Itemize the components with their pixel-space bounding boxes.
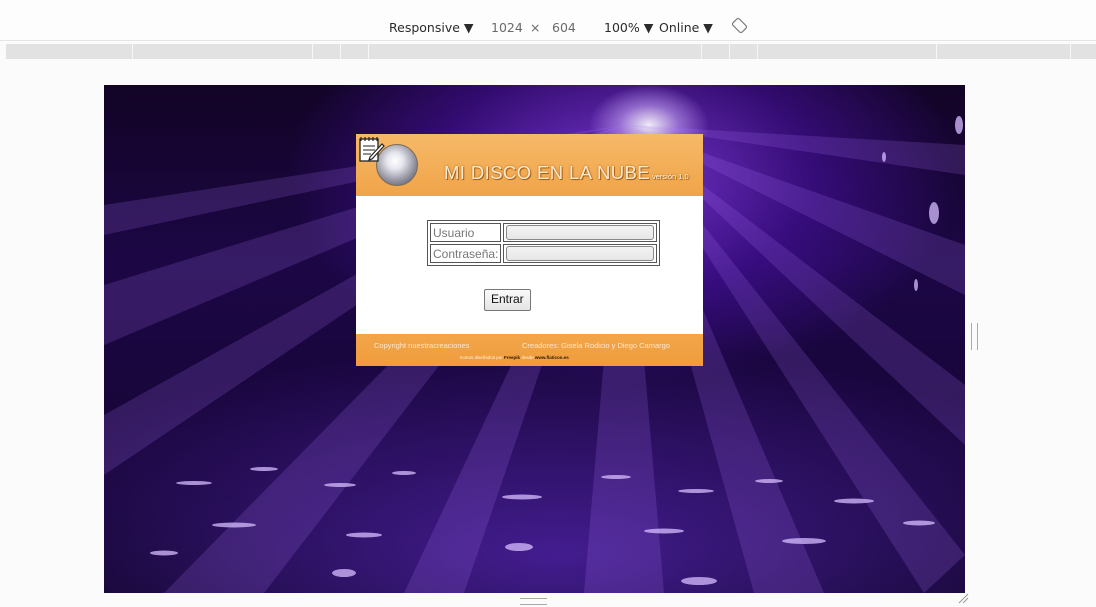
ruler-divider	[368, 44, 369, 59]
resize-handle-bottom[interactable]	[520, 598, 547, 605]
footer-credits: Iconos diseñados por Freepik desde www.f…	[460, 355, 569, 360]
username-row: Usuario	[430, 223, 658, 242]
zoom-selector[interactable]: 100% ▼	[604, 20, 653, 35]
app-title: MI DISCO EN LA NUBE versión 1.0	[444, 162, 689, 184]
username-input[interactable]	[506, 225, 655, 240]
devtools-responsive-toolbar: Responsive ▼ 1024 × 604 100% ▼ Online ▼	[0, 0, 1096, 41]
login-panel: MI DISCO EN LA NUBE versión 1.0 Usuario C…	[356, 134, 703, 366]
ruler-divider	[701, 44, 702, 59]
app-version: versión 1.0	[652, 172, 689, 181]
dimension-separator: ×	[530, 20, 541, 35]
ruler-divider	[757, 44, 758, 59]
resize-handle-right[interactable]	[971, 323, 978, 350]
ruler-divider	[1070, 44, 1071, 59]
page-viewport: MI DISCO EN LA NUBE versión 1.0 Usuario C…	[104, 85, 965, 593]
password-input[interactable]	[506, 246, 655, 261]
ruler-divider	[340, 44, 341, 59]
rotate-icon[interactable]	[731, 17, 748, 34]
footer-copyright: Copyright nuestracreaciones	[374, 341, 470, 350]
credit-author-link[interactable]: Freepik	[504, 355, 520, 360]
ruler-divider	[132, 44, 133, 59]
network-throttle-selector[interactable]: Online ▼	[659, 20, 713, 35]
credit-site-link[interactable]: www.flaticon.es	[535, 355, 569, 360]
ruler-divider	[312, 44, 313, 59]
username-label: Usuario	[430, 223, 502, 242]
viewport-width-input[interactable]: 1024	[491, 20, 523, 35]
app-title-text: MI DISCO EN LA NUBE	[444, 162, 651, 183]
password-cell	[503, 244, 658, 263]
login-footer: Copyright nuestracreaciones Creadores: G…	[356, 334, 703, 366]
login-form: Usuario Contraseña:	[427, 220, 661, 266]
password-row: Contraseña:	[430, 244, 658, 263]
credit-prefix: Iconos diseñados por	[460, 355, 503, 360]
resize-corner-icon[interactable]	[957, 592, 969, 604]
device-selector[interactable]: Responsive ▼	[389, 20, 474, 35]
credit-mid: desde	[521, 355, 534, 360]
ruler-divider	[936, 44, 937, 59]
footer-creators: Creadores: Gisela Rodicio y Diego Camarg…	[522, 341, 670, 350]
media-query-bar[interactable]	[6, 44, 1096, 59]
password-label: Contraseña:	[430, 244, 502, 263]
username-cell	[503, 223, 658, 242]
viewport-height-input[interactable]: 604	[552, 20, 576, 35]
login-header: MI DISCO EN LA NUBE versión 1.0	[356, 134, 703, 196]
register-notepad-icon[interactable]	[356, 134, 386, 164]
login-submit-button[interactable]: Entrar	[484, 289, 531, 311]
ruler-divider	[729, 44, 730, 59]
